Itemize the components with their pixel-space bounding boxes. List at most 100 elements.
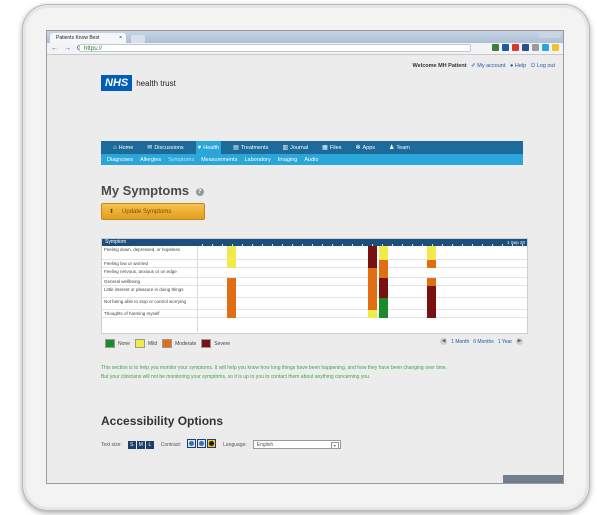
severity-cell[interactable] [227, 278, 236, 286]
subnav-item-laboratory[interactable]: Laboratory [244, 157, 270, 163]
close-tab-icon[interactable]: × [119, 33, 122, 43]
browser-toolbar: ← → C https:// [47, 43, 563, 55]
severity-cell[interactable] [427, 310, 436, 318]
nav-item-journal[interactable]: ▥ Journal [280, 141, 310, 154]
window-controls[interactable] [539, 32, 561, 38]
help-icon: ● [509, 63, 514, 69]
severity-cell[interactable] [379, 286, 388, 298]
journal-icon: ▥ [282, 145, 289, 151]
new-tab-button[interactable] [131, 35, 145, 43]
chart-row: Feeling down, depressed, or hopeless [102, 246, 527, 260]
nav-item-apps[interactable]: ✻ Apps [353, 141, 377, 154]
severity-cell[interactable] [379, 260, 388, 268]
logout-icon: ⏻ [530, 63, 536, 69]
help-icon[interactable]: ? [195, 187, 204, 196]
contrast-option-button[interactable] [187, 439, 197, 448]
browser-extension-icon[interactable] [552, 44, 559, 51]
legend-label: Severe [214, 340, 231, 347]
home-icon: ⌂ [113, 144, 117, 151]
browser-extension-icon[interactable] [522, 44, 529, 51]
legend-item: None [105, 339, 130, 348]
severity-cell[interactable] [379, 268, 388, 278]
info-text: This section is to help you monitor your… [101, 364, 447, 382]
subnav-item-allergies[interactable]: Allergies [140, 157, 161, 163]
severity-cell[interactable] [227, 298, 236, 310]
severity-cell[interactable] [227, 246, 236, 260]
contrast-buttons [187, 439, 217, 450]
severity-cell[interactable] [227, 286, 236, 298]
severity-cell[interactable] [368, 278, 377, 286]
nav-item-health[interactable]: ♥ Health [195, 141, 222, 154]
nav-item-label: Discussions [154, 144, 184, 151]
nav-item-discussions[interactable]: ✉ Discussions [145, 141, 185, 154]
legend-swatch [105, 339, 115, 348]
info-line-1: This section is to help you monitor your… [101, 365, 448, 371]
browser-extension-icon[interactable] [502, 44, 509, 51]
text-size-s-button[interactable]: S [127, 440, 136, 449]
prev-arrow-icon[interactable]: ◀ [440, 338, 448, 345]
severity-cell[interactable] [379, 246, 388, 260]
severity-cell[interactable] [427, 286, 436, 298]
chart-header-label: Symptom [105, 239, 127, 245]
browser-extension-icon[interactable] [532, 44, 539, 51]
subnav-item-diagnoses[interactable]: Diagnoses [107, 157, 133, 163]
range-1-month[interactable]: 1 Month [451, 339, 469, 345]
text-size-m-button[interactable]: M [136, 440, 145, 449]
legend-swatch [134, 339, 145, 348]
subnav-item-symptoms[interactable]: Symptoms [168, 157, 194, 163]
nav-item-label: Apps [362, 144, 376, 151]
severity-cell[interactable] [379, 298, 388, 310]
heart-icon: ♥ [197, 144, 202, 151]
severity-cell[interactable] [427, 246, 436, 260]
browser-window: Patients Know Best × ← → C https:// Welc… [46, 30, 564, 484]
tab-title: Patients Know Best [56, 35, 100, 41]
severity-cell[interactable] [368, 260, 377, 268]
range-1-year[interactable]: 1 Year [498, 339, 512, 345]
severity-cell[interactable] [379, 310, 388, 318]
severity-cell[interactable] [368, 310, 377, 318]
subnav-item-audio[interactable]: Audio [304, 157, 318, 163]
nav-item-team[interactable]: ♟ Team [387, 141, 412, 154]
severity-cell[interactable] [379, 278, 388, 286]
page-title: My Symptoms ? [101, 183, 204, 198]
contrast-option-button[interactable] [207, 439, 217, 448]
subnav-item-imaging[interactable]: Imaging [278, 157, 298, 163]
severity-cell[interactable] [368, 246, 377, 260]
browser-extension-icon[interactable] [542, 44, 549, 51]
next-arrow-icon[interactable]: ▶ [516, 338, 523, 345]
welcome-text: Welcome MH Patient [412, 63, 467, 69]
update-symptoms-button[interactable]: ⬆ Update Symptoms [101, 203, 205, 220]
severity-cell[interactable] [227, 260, 236, 268]
page-body: Welcome MH Patient ✐ My account ● Help ⏻… [47, 55, 563, 483]
logout-link[interactable]: Log out [537, 63, 555, 69]
subnav-item-measurements[interactable]: Measurements [201, 157, 237, 163]
contrast-option-button[interactable] [197, 439, 207, 448]
severity-cell[interactable] [368, 268, 377, 278]
browser-tab[interactable]: Patients Know Best × [50, 33, 126, 43]
nav-item-treatments[interactable]: ▤ Treatments [231, 141, 270, 154]
legend-item: Mild [134, 339, 157, 348]
severity-cell[interactable] [368, 298, 377, 310]
severity-cell[interactable] [368, 286, 377, 298]
my-account-link[interactable]: My account [477, 63, 505, 69]
nav-item-home[interactable]: ⌂ Home [111, 141, 135, 154]
browser-tabstrip: Patients Know Best × [47, 31, 563, 43]
browser-extension-icon[interactable] [492, 44, 499, 51]
legend-item: Moderate [162, 339, 196, 348]
nhs-logo: NHS health trust [101, 75, 176, 91]
range-6-months[interactable]: 6 Months [473, 339, 494, 345]
language-select[interactable]: English ▾ [252, 440, 341, 449]
update-icon: ⬆ [109, 209, 115, 215]
nav-item-label: Team [396, 144, 410, 151]
severity-cell[interactable] [227, 310, 236, 318]
nav-item-files[interactable]: ▦ Files [320, 141, 343, 154]
text-size-label: Text size: [101, 441, 122, 448]
address-bar[interactable]: https:// [79, 44, 471, 52]
severity-cell[interactable] [427, 260, 436, 268]
account-links: Welcome MH Patient ✐ My account ● Help ⏻… [413, 63, 555, 70]
help-link[interactable]: Help [515, 63, 526, 69]
severity-cell[interactable] [427, 278, 436, 286]
severity-cell[interactable] [427, 298, 436, 310]
text-size-l-button[interactable]: L [145, 440, 154, 449]
browser-extension-icon[interactable] [512, 44, 519, 51]
